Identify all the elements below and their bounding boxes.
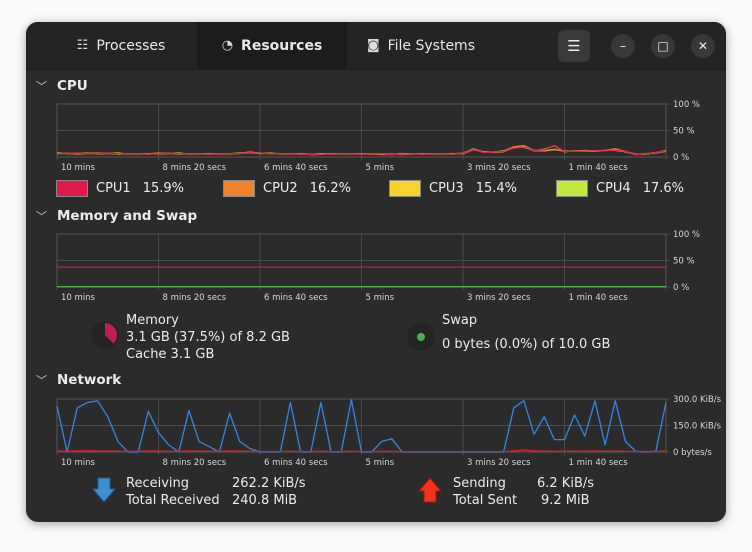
x-tick-label: 1 min 40 secs <box>569 163 629 172</box>
hamburger-icon: ☰ <box>567 37 581 55</box>
x-tick-label: 5 mins <box>366 458 395 467</box>
swap-info: Swap 0 bytes (0.0%) of 10.0 GB <box>442 312 610 353</box>
color-swatch[interactable] <box>56 180 88 197</box>
y-tick-label: 300.0 KiB/s <box>673 395 722 405</box>
x-tick-label: 5 mins <box>366 293 395 302</box>
section-title: Memory and Swap <box>57 208 198 224</box>
cpu1-legend[interactable]: CPU1 15.9% <box>56 180 184 197</box>
color-swatch[interactable] <box>556 180 588 197</box>
cpu-value: 16.2% <box>309 181 352 196</box>
x-tick-label: 6 mins 40 secs <box>264 458 328 467</box>
tab-label: File Systems <box>387 37 475 54</box>
download-arrow-icon <box>92 477 116 503</box>
sending-info: Sending 6.2 KiB/s Total Sent 9.2 MiB <box>453 475 594 509</box>
memory-pie-icon <box>91 321 119 349</box>
system-monitor-window: ☷ Processes ◔ Resources ◙ File Systems ☰ – … <box>26 22 726 522</box>
x-tick-label: 10 mins <box>61 163 96 172</box>
header-bar: ☷ Processes ◔ Resources ◙ File Systems ☰ – … <box>26 22 726 70</box>
x-tick-label: 6 mins 40 secs <box>264 163 328 172</box>
y-tick-label: 150.0 KiB/s <box>673 422 722 432</box>
cpu-graph: 100 % 50 % 0 % 10 mins 8 mins 20 secs 6 mins … <box>56 100 700 172</box>
cpu-name: CPU3 <box>429 181 464 196</box>
x-tick-label: 3 mins 20 secs <box>467 163 531 172</box>
minimize-button[interactable]: – <box>611 34 635 58</box>
cpu-name: CPU2 <box>263 181 298 196</box>
cpu-value: 15.9% <box>142 181 185 196</box>
chevron-down-icon: ﹀ <box>36 210 47 223</box>
memory-cache: Cache 3.1 GB <box>126 347 215 362</box>
chevron-down-icon: ﹀ <box>36 374 47 387</box>
tab-label: Resources <box>241 37 323 54</box>
cpu-value: 15.4% <box>475 181 518 196</box>
y-tick-label: 0 % <box>673 153 689 163</box>
disk-icon: ◙ <box>366 38 380 53</box>
section-title: Network <box>57 372 122 388</box>
y-tick-label: 0 % <box>673 283 689 293</box>
total-sent-label: Total Sent <box>453 493 518 508</box>
x-tick-label: 10 mins <box>61 458 96 467</box>
color-swatch[interactable] <box>389 180 421 197</box>
maximize-icon: □ <box>657 39 669 53</box>
y-tick-label: 100 % <box>673 100 700 110</box>
close-button[interactable]: ✕ <box>691 34 715 58</box>
x-tick-label: 6 mins 40 secs <box>264 293 328 302</box>
memory-label: Memory <box>126 313 179 328</box>
cpu-section-header[interactable]: ﹀ CPU <box>36 78 88 94</box>
cpu-name: CPU4 <box>596 181 631 196</box>
cpu-value: 17.6% <box>642 181 685 196</box>
menu-button[interactable]: ☰ <box>558 30 590 62</box>
receiving-value: 262.2 KiB/s <box>232 476 306 491</box>
memory-section-header[interactable]: ﹀ Memory and Swap <box>36 208 197 224</box>
x-tick-label: 8 mins 20 secs <box>163 293 227 302</box>
maximize-button[interactable]: □ <box>651 34 675 58</box>
x-tick-label: 3 mins 20 secs <box>467 458 531 467</box>
memory-used: 3.1 GB (37.5%) of 8.2 GB <box>126 330 290 345</box>
swap-pie-icon <box>407 323 435 351</box>
network-section-header[interactable]: ﹀ Network <box>36 372 121 388</box>
minimize-icon: – <box>620 39 626 53</box>
section-title: CPU <box>57 78 88 94</box>
memory-info: Memory 3.1 GB (37.5%) of 8.2 GB Cache 3.… <box>126 312 290 363</box>
total-received-value: 240.8 MiB <box>232 493 298 508</box>
total-received-label: Total Received <box>126 493 220 508</box>
sending-label: Sending <box>453 476 506 491</box>
y-tick-label: 0 bytes/s <box>673 448 712 458</box>
x-tick-label: 10 mins <box>61 293 96 302</box>
swap-used: 0 bytes (0.0%) of 10.0 GB <box>442 337 611 352</box>
x-tick-label: 8 mins 20 secs <box>163 458 227 467</box>
network-graph: 300.0 KiB/s 150.0 KiB/s 0 bytes/s 10 mins 8 … <box>56 395 722 467</box>
receiving-label: Receiving <box>126 476 190 491</box>
tab-file-systems[interactable]: ◙ File Systems <box>356 22 486 69</box>
upload-arrow-icon <box>418 477 442 503</box>
y-tick-label: 50 % <box>673 127 695 137</box>
chevron-down-icon: ﹀ <box>36 80 47 93</box>
y-tick-label: 50 % <box>673 257 695 267</box>
memory-graph: 100 % 50 % 0 % 10 mins 8 mins 20 secs 6 mins … <box>56 230 700 302</box>
gauge-icon: ◔ <box>221 38 234 53</box>
tab-resources[interactable]: ◔ Resources <box>197 22 347 69</box>
list-icon: ☷ <box>76 38 89 53</box>
swap-label: Swap <box>442 313 478 328</box>
close-icon: ✕ <box>697 39 709 53</box>
cpu2-legend[interactable]: CPU2 16.2% <box>223 180 351 197</box>
x-tick-label: 1 min 40 secs <box>569 293 629 302</box>
color-swatch[interactable] <box>223 180 255 197</box>
x-tick-label: 3 mins 20 secs <box>467 293 531 302</box>
x-tick-label: 5 mins <box>366 163 395 172</box>
sending-value: 6.2 KiB/s <box>537 476 595 491</box>
cpu3-legend[interactable]: CPU3 15.4% <box>389 180 517 197</box>
cpu4-legend[interactable]: CPU4 17.6% <box>556 180 684 197</box>
tab-label: Processes <box>96 37 166 54</box>
y-tick-label: 100 % <box>673 230 700 240</box>
x-tick-label: 1 min 40 secs <box>569 458 629 467</box>
tab-processes[interactable]: ☷ Processes <box>46 22 196 69</box>
cpu-name: CPU1 <box>96 181 131 196</box>
total-sent-value: 9.2 MiB <box>541 493 590 508</box>
x-tick-label: 8 mins 20 secs <box>163 163 227 172</box>
receiving-info: Receiving 262.2 KiB/s Total Received 240.8… <box>126 475 306 509</box>
